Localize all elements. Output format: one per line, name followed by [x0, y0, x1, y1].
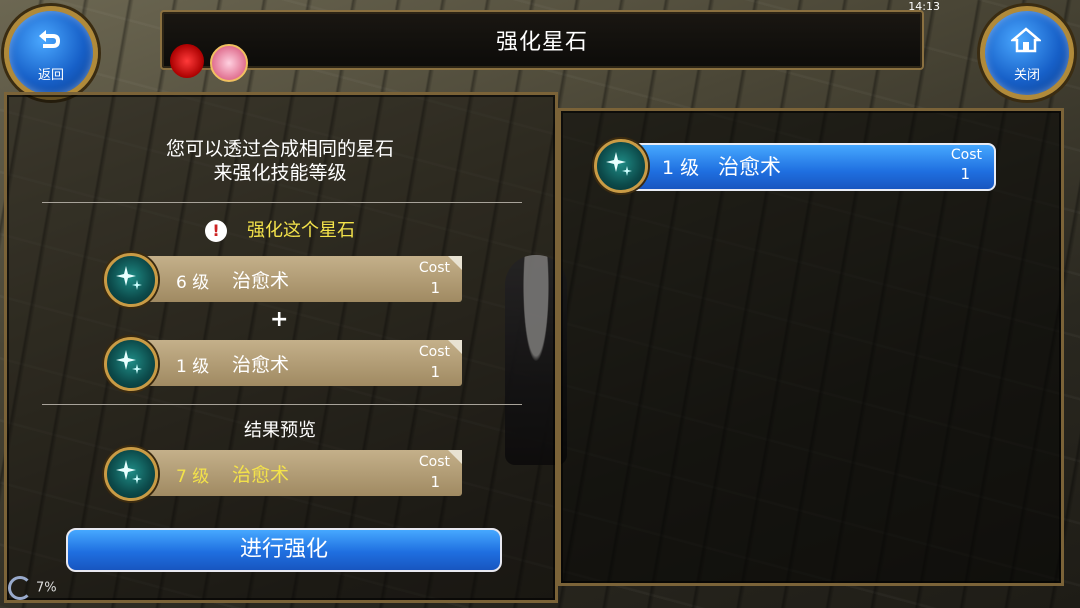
back-label: 返回: [37, 68, 64, 83]
skill-name: 治愈术: [232, 270, 290, 292]
target-heading-text: 强化这个星石: [247, 220, 355, 241]
cost-value: 1: [960, 165, 970, 183]
divider: [42, 404, 522, 405]
cost-value: 1: [430, 363, 440, 381]
title-bar: 强化星石: [160, 10, 924, 70]
sparkle-icon: [104, 253, 158, 307]
cost-label: Cost: [418, 260, 450, 276]
plus-sign: +: [270, 307, 289, 332]
skill-level: 7 级: [176, 467, 210, 487]
alert-icon: !: [205, 220, 227, 242]
skill-name: 治愈术: [718, 155, 781, 179]
target-heading: ! 强化这个星石: [0, 216, 560, 242]
cost-value: 1: [430, 473, 440, 491]
cost-label: Cost: [950, 147, 982, 163]
red-gem-icon: [170, 44, 204, 78]
page-title: 强化星石: [495, 30, 588, 55]
close-button[interactable]: 关闭: [980, 6, 1074, 100]
enhance-button[interactable]: 进行强化: [66, 528, 502, 572]
corner-notch: [448, 450, 462, 464]
intro-text: 您可以透过合成相同的星石 来强化技能等级: [40, 137, 520, 185]
sparkle-icon: [594, 139, 648, 193]
skill-level: 1 级: [662, 157, 700, 179]
cost-value: 1: [430, 279, 440, 297]
result-stone: 7 级 治愈术 Cost 1: [104, 447, 464, 501]
intro-line-1: 您可以透过合成相同的星石: [165, 138, 394, 160]
divider: [42, 202, 522, 203]
home-icon: [1011, 27, 1041, 53]
cost-label: Cost: [418, 454, 450, 470]
sparkle-icon: [104, 447, 158, 501]
cost-label: Cost: [418, 344, 450, 360]
loading-percent: 7%: [36, 580, 57, 596]
corner-notch: [448, 340, 462, 354]
sparkle-icon: [104, 337, 158, 391]
material-stone[interactable]: 1 级 治愈术 Cost 1: [104, 337, 464, 391]
corner-notch: [448, 256, 462, 270]
skill-name: 治愈术: [232, 464, 290, 486]
target-stone[interactable]: 6 级 治愈术 Cost 1: [104, 253, 464, 307]
intro-line-2: 来强化技能等级: [213, 162, 347, 184]
skill-level: 6 级: [176, 273, 210, 293]
skill-name: 治愈术: [232, 354, 290, 376]
close-label: 关闭: [1013, 68, 1040, 83]
loading-indicator: 7%: [8, 576, 57, 600]
stone-list-item[interactable]: 1 级 治愈术 Cost 1: [594, 139, 996, 193]
preview-heading: 结果预览: [244, 420, 316, 441]
back-arrow-icon: [39, 30, 60, 48]
status-time: 14:13: [908, 0, 940, 13]
gift-box-icon[interactable]: [210, 44, 248, 82]
loading-ring-icon: [8, 576, 32, 600]
back-button[interactable]: 返回: [4, 6, 98, 100]
skill-level: 1 级: [176, 357, 210, 377]
